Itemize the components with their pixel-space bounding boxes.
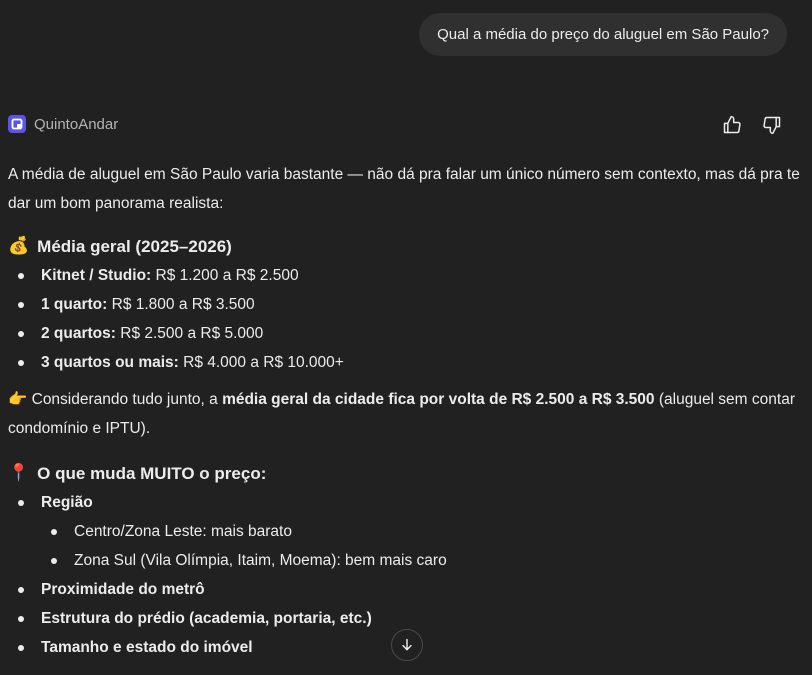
item-label: Região <box>41 494 93 511</box>
item-label: Kitnet / Studio: <box>41 267 152 284</box>
thumbs-up-icon <box>723 115 741 134</box>
item-label: Proximidade do metrô <box>41 581 205 598</box>
list-item: 1 quarto: R$ 1.800 a R$ 3.500 <box>8 290 808 319</box>
price-list: Kitnet / Studio: R$ 1.200 a R$ 2.500 1 q… <box>8 261 808 377</box>
item-value: R$ 2.500 a R$ 5.000 <box>115 325 264 342</box>
thumbs-down-button[interactable] <box>761 114 783 136</box>
assistant-response: A média de aluguel em São Paulo varia ba… <box>8 160 808 662</box>
intro-paragraph: A média de aluguel em São Paulo varia ba… <box>8 166 800 212</box>
pointing-hand-icon: 👉 <box>8 390 28 408</box>
item-label: 1 quarto: <box>41 296 108 313</box>
assistant-header: QuintoAndar <box>8 115 118 133</box>
user-message-text: Qual a média do preço do aluguel em São … <box>437 26 769 43</box>
sublist-item: Zona Sul (Vila Olímpia, Itaim, Moema): b… <box>41 546 808 575</box>
item-value: R$ 4.000 a R$ 10.000+ <box>178 354 344 371</box>
item-value: R$ 1.800 a R$ 3.500 <box>107 296 255 313</box>
pin-icon: 📍 <box>8 463 30 483</box>
section-title: Média geral (2025–2026) <box>37 237 232 256</box>
section-title: O que muda MUITO o preço: <box>37 464 267 483</box>
list-item: 2 quartos: R$ 2.500 a R$ 5.000 <box>8 319 808 348</box>
item-label: Estrutura do prédio (academia, portaria,… <box>41 610 372 627</box>
section-heading-o-que-muda: 📍 O que muda MUITO o preço: <box>8 459 808 488</box>
scroll-to-bottom-button[interactable] <box>391 629 423 661</box>
summary-paragraph: 👉 Considerando tudo junto, a média geral… <box>8 385 808 443</box>
list-item: 3 quartos ou mais: R$ 4.000 a R$ 10.000+ <box>8 348 808 377</box>
summary-bold: média geral da cidade fica por volta de … <box>222 391 655 408</box>
item-label: 2 quartos: <box>41 325 116 342</box>
thumbs-up-button[interactable] <box>721 114 743 136</box>
list-item: Kitnet / Studio: R$ 1.200 a R$ 2.500 <box>8 261 808 290</box>
list-item: Região Centro/Zona Leste: mais barato Zo… <box>8 488 808 575</box>
user-message-bubble: Qual a média do preço do aluguel em São … <box>419 13 787 56</box>
assistant-name: QuintoAndar <box>34 115 119 133</box>
thumbs-down-icon <box>763 116 781 135</box>
chat-window: Qual a média do preço do aluguel em São … <box>0 0 812 675</box>
sublist-item: Centro/Zona Leste: mais barato <box>41 517 808 546</box>
item-label: 3 quartos ou mais: <box>41 354 179 371</box>
list-item: Proximidade do metrô <box>8 575 808 604</box>
summary-pre: Considerando tudo junto, a <box>27 391 223 408</box>
item-label: Tamanho e estado do imóvel <box>41 639 253 656</box>
arrow-down-icon <box>402 638 412 651</box>
item-value: R$ 1.200 a R$ 2.500 <box>151 267 299 284</box>
money-bag-icon: 💰 <box>8 236 30 256</box>
quintoandar-logo-icon <box>8 115 26 133</box>
region-sublist: Centro/Zona Leste: mais barato Zona Sul … <box>41 517 808 575</box>
section-heading-media-geral: 💰 Média geral (2025–2026) <box>8 232 808 261</box>
